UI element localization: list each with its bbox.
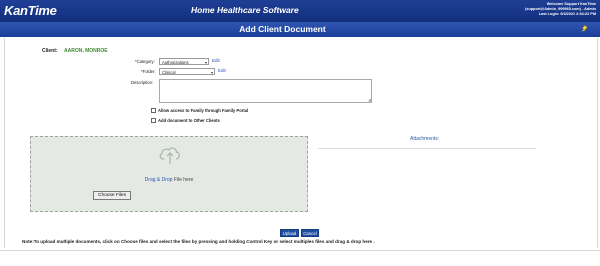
kantime-logo[interactable]: KanTime <box>4 3 57 18</box>
resize-grip-icon[interactable]: ◢ <box>368 97 371 102</box>
folder-edit-link[interactable]: Edit <box>218 68 226 73</box>
upload-button[interactable]: Upload <box>280 229 299 237</box>
drag-drop-link: Drag & Drop <box>144 177 173 183</box>
user-info: Welcome Support KanTime (support@Admin_9… <box>525 2 596 17</box>
file-here-text: File here <box>172 177 194 183</box>
cancel-button[interactable]: Cancel <box>301 229 319 237</box>
bottom-divider <box>0 250 600 251</box>
add-other-clients-checkbox[interactable] <box>151 118 156 123</box>
upload-note: Note:To upload multiple documents, click… <box>22 239 375 244</box>
category-value: Authorizations <box>162 60 189 65</box>
top-header: KanTime Home Healthcare Software Welcome… <box>0 0 600 22</box>
allow-family-checkbox[interactable] <box>151 108 156 113</box>
description-textarea[interactable]: ◢ <box>159 79 372 103</box>
pin-icon[interactable] <box>580 25 588 33</box>
last-login-text: Last Login: 6/3/2021 2:34:22 PM <box>538 12 596 16</box>
folder-select[interactable]: Clinical ▾ <box>159 68 215 75</box>
drag-drop-text: Drag & Drop File here <box>0 177 338 183</box>
folder-label: *Folder: <box>141 69 156 74</box>
client-label: Client: <box>42 48 58 54</box>
page-title-bar: Add Client Document <box>0 22 600 37</box>
category-edit-link[interactable]: Edit <box>212 58 220 63</box>
category-select[interactable]: Authorizations ▾ <box>159 58 209 65</box>
allow-family-label: Allow access to Family through Family Po… <box>158 108 249 113</box>
add-other-clients-label: Add document to Other Clients <box>158 118 220 123</box>
chevron-down-icon: ▾ <box>210 70 213 75</box>
app-title: Home Healthcare Software <box>191 5 299 15</box>
chevron-down-icon: ▾ <box>204 60 207 65</box>
page-title: Add Client Document <box>239 24 326 34</box>
client-name: AARON, MONROE <box>64 48 108 54</box>
folder-value: Clinical <box>162 70 176 75</box>
cloud-upload-icon <box>159 147 180 164</box>
choose-files-button[interactable]: Choose Files <box>93 191 131 200</box>
description-label: Description: <box>131 80 154 85</box>
category-label: *Category: <box>135 59 155 64</box>
attachments-title: Attachments: <box>410 136 440 142</box>
attachments-divider <box>318 148 536 149</box>
